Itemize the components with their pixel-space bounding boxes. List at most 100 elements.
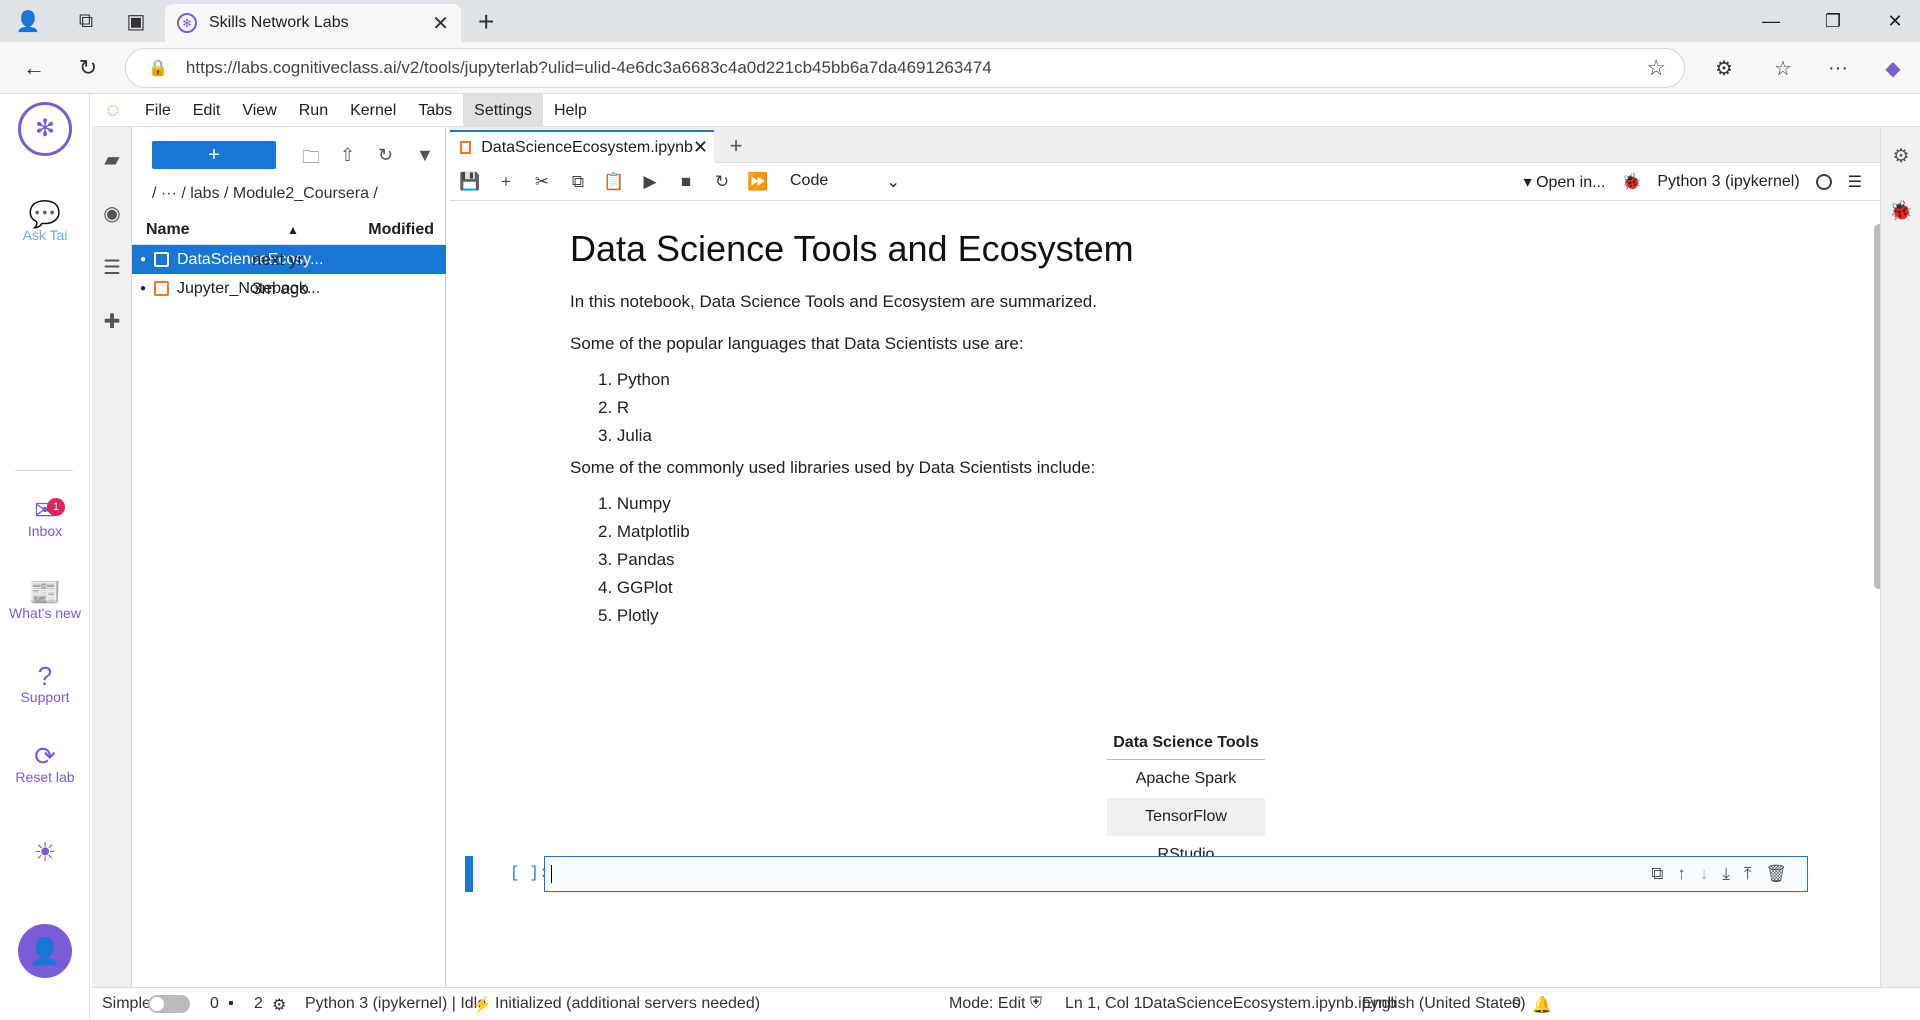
refresh-icon[interactable]: ↻ <box>378 145 393 166</box>
current-file: DataScienceEcosystem.ipynb.ipynb <box>1142 995 1397 1012</box>
run-all-icon[interactable]: ⏩ <box>740 172 776 192</box>
window-close-icon[interactable]: ✕ <box>1864 0 1920 42</box>
debugger-icon[interactable]: 🐞 <box>1621 172 1641 192</box>
restore-icon[interactable]: ❐ <box>1802 0 1864 42</box>
theme-toggle[interactable]: ☀ <box>0 839 90 865</box>
filter-icon[interactable]: ▼ <box>416 145 434 166</box>
extensions-icon[interactable]: ⚙ <box>1706 50 1742 86</box>
delete-cell-icon[interactable]: 🗑 <box>1765 864 1787 884</box>
menu-run[interactable]: Run <box>288 94 339 127</box>
move-up-icon[interactable]: ↑ <box>1677 864 1686 884</box>
tab-actions-icon[interactable]: ▣ <box>116 1 156 41</box>
skills-network-favicon-icon: ✻ <box>177 13 197 33</box>
address-toolbar: ← ↻ 🔒 https://labs.cognitiveclass.ai/v2/… <box>0 42 1920 94</box>
reset-lab-label: Reset lab <box>15 769 75 785</box>
copilot-icon[interactable]: ◆ <box>1875 50 1911 86</box>
profile-icon[interactable]: 👤 <box>8 1 48 41</box>
menu-lines-icon[interactable]: ☰ <box>1848 172 1862 192</box>
toc-icon[interactable]: ☰ <box>92 255 132 280</box>
favorite-star-icon[interactable]: ☆ <box>1646 55 1666 81</box>
language-indicator[interactable]: English (United States) <box>1362 995 1526 1013</box>
open-in-button[interactable]: ▾ Open in... <box>1524 172 1606 192</box>
lock-icon[interactable]: 🔒 <box>148 58 168 78</box>
paste-icon[interactable]: 📋 <box>596 172 632 192</box>
modified-column-header[interactable]: Modified <box>368 221 434 239</box>
lsp-status[interactable]: Initialized (additional servers needed) <box>495 995 760 1013</box>
menu-tabs[interactable]: Tabs <box>407 94 463 127</box>
user-avatar[interactable]: 👤 <box>0 924 90 982</box>
notebook-content: Data Science Tools and Ecosystem In this… <box>450 202 1860 987</box>
close-tab-icon[interactable]: ✕ <box>432 11 449 36</box>
file-row[interactable]: ● DataScienceEcosy... next yr. <box>132 245 446 274</box>
whats-new-button[interactable]: 📰 What's new <box>0 579 90 622</box>
breadcrumb[interactable]: / ··· / labs / Module2_Coursera / <box>152 185 378 203</box>
new-launcher-button[interactable]: + <box>152 141 276 169</box>
menu-settings[interactable]: Settings <box>463 93 543 127</box>
sort-caret-icon: ▲ <box>287 222 299 237</box>
window-controls: — ❐ ✕ <box>1740 0 1920 42</box>
ask-tai-button[interactable]: 💬 Ask Tai <box>0 201 90 244</box>
restart-icon[interactable]: ↻ <box>704 172 740 192</box>
notebook-tab[interactable]: DataScienceEcosystem.ipynb ✕ <box>450 130 714 163</box>
menu-help[interactable]: Help <box>543 94 598 127</box>
new-folder-icon[interactable]: 🗀 <box>302 145 320 175</box>
languages-list: 1. Python 2. R 3. Julia <box>598 366 670 450</box>
new-tab-icon[interactable]: + <box>478 6 494 38</box>
extensions-puzzle-icon[interactable]: ✚ <box>92 309 132 334</box>
sn-logo[interactable]: ✻ <box>0 102 90 160</box>
stop-icon[interactable]: ■ <box>668 172 704 192</box>
insert-below-icon[interactable]: ⤓ <box>1722 864 1730 884</box>
save-icon[interactable]: 💾 <box>452 172 488 192</box>
table-row: Apache Spark <box>1135 770 1237 787</box>
code-cell-input[interactable]: ⧉ ↑ ↓ ⤓ ⤒ 🗑 <box>544 856 1808 892</box>
inbox-icon: ✉ <box>34 495 56 525</box>
active-cell-marker <box>465 856 473 892</box>
terminals-count[interactable]: 0 <box>210 995 219 1013</box>
notebook-file-icon <box>154 252 169 267</box>
cell-type-select[interactable]: Code ⌄ <box>790 172 900 192</box>
reload-icon[interactable]: ↻ <box>70 50 106 86</box>
favorites-icon[interactable]: ☆ <box>1765 50 1801 86</box>
run-icon[interactable]: ▶ <box>632 172 668 192</box>
move-down-icon[interactable]: ↓ <box>1700 864 1709 884</box>
bell-icon[interactable]: 🔔 <box>1532 995 1552 1015</box>
jupyterlab: ◌ File Edit View Run Kernel Tabs Setting… <box>92 93 1920 1020</box>
minimize-icon[interactable]: — <box>1740 0 1802 42</box>
browser-tab[interactable]: ✻ Skills Network Labs ✕ <box>165 4 461 42</box>
menu-kernel[interactable]: Kernel <box>339 94 407 127</box>
file-list-header: Name ▲ Modified <box>132 215 446 245</box>
cut-icon[interactable]: ✂ <box>524 172 560 192</box>
kernel-name[interactable]: Python 3 (ipykernel) <box>1657 173 1799 191</box>
reset-lab-button[interactable]: ⟳ Reset lab <box>0 743 90 786</box>
running-icon[interactable]: ◉ <box>92 201 132 226</box>
support-button[interactable]: ? Support <box>0 663 90 706</box>
menu-file[interactable]: File <box>134 94 182 127</box>
url-bar[interactable]: 🔒 https://labs.cognitiveclass.ai/v2/tool… <box>125 48 1685 88</box>
url-text: https://labs.cognitiveclass.ai/v2/tools/… <box>185 58 992 77</box>
menu-view[interactable]: View <box>231 94 287 127</box>
back-icon[interactable]: ← <box>16 50 52 86</box>
close-notebook-tab-icon[interactable]: ✕ <box>693 137 708 158</box>
debugger-bug-icon[interactable]: 🐞 <box>1881 199 1920 223</box>
folder-icon[interactable]: ▰ <box>92 147 132 172</box>
notification-count[interactable]: 0 <box>1512 995 1521 1013</box>
inbox-button[interactable]: ✉ 1 Inbox <box>0 495 90 540</box>
copy-icon[interactable]: ⧉ <box>560 172 596 192</box>
menubar: ◌ File Edit View Run Kernel Tabs Setting… <box>92 93 1920 127</box>
insert-cell-icon[interactable]: + <box>488 172 524 192</box>
table-header: Data Science Tools <box>1107 726 1265 760</box>
property-inspector-gear-icon[interactable]: ⚙ <box>1881 145 1920 168</box>
simple-mode-toggle[interactable] <box>148 995 190 1013</box>
upload-icon[interactable]: ⇧ <box>340 145 355 166</box>
workspaces-icon[interactable]: ⧉ <box>66 1 106 41</box>
menu-edit[interactable]: Edit <box>182 94 232 127</box>
kernels-count[interactable]: 2 <box>254 995 263 1013</box>
more-icon[interactable]: ··· <box>1820 50 1856 86</box>
insert-above-icon[interactable]: ⤒ <box>1744 864 1752 884</box>
cursor-position[interactable]: Ln 1, Col 1 <box>1065 995 1142 1013</box>
new-tab-plus-icon[interactable]: + <box>722 133 750 159</box>
name-column-header[interactable]: Name <box>146 221 190 239</box>
kernel-status[interactable]: Python 3 (ipykernel) | Idle <box>305 995 486 1013</box>
file-row[interactable]: ● Jupyter_Notebook... 3m ago <box>132 274 446 303</box>
duplicate-cell-icon[interactable]: ⧉ <box>1651 864 1663 884</box>
